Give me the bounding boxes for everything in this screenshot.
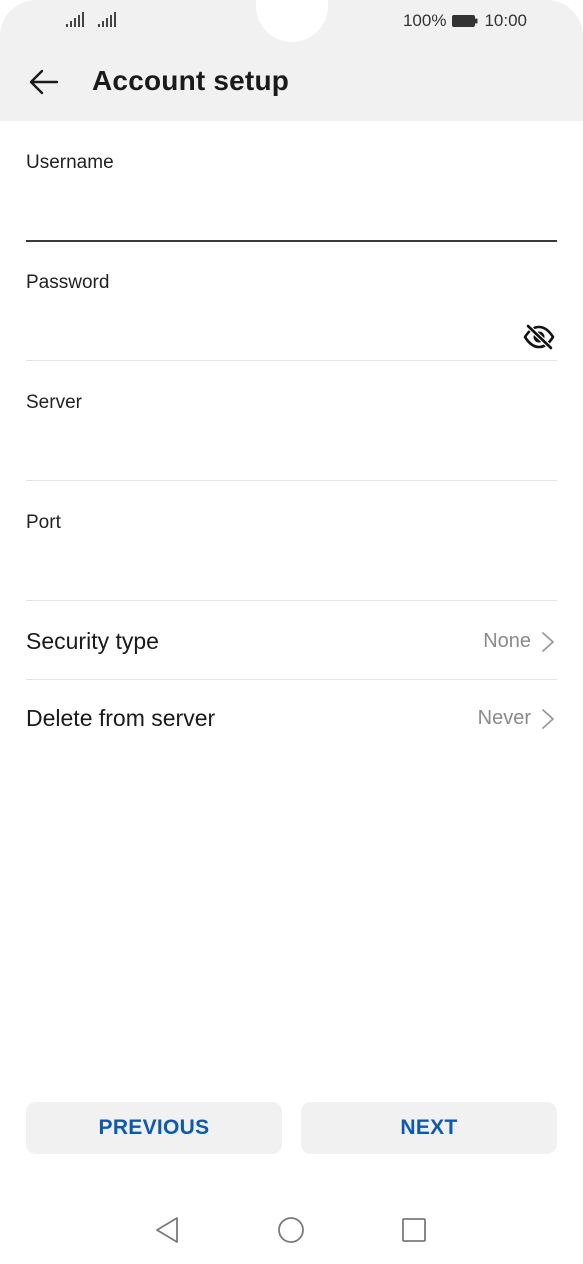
delete-from-server-label: Delete from server — [26, 705, 216, 731]
app-bar: Account setup — [0, 52, 583, 112]
battery-percent: 100% — [402, 11, 447, 30]
arrow-left-icon[interactable] — [28, 66, 60, 98]
delete-from-server-row[interactable]: Delete from server Never — [26, 681, 557, 759]
password-underline — [26, 360, 557, 361]
security-type-label: Security type — [26, 628, 159, 654]
divider — [26, 679, 557, 680]
server-label: Server — [26, 392, 82, 413]
page-title: Account setup — [92, 65, 290, 96]
header: 100% 10:00 Account setup — [0, 0, 583, 121]
next-button[interactable]: NEXT — [301, 1102, 557, 1154]
server-underline — [26, 480, 557, 481]
chevron-right-icon — [542, 632, 554, 652]
battery-icon — [452, 15, 478, 27]
signal-icon — [66, 12, 84, 27]
previous-button[interactable]: PREVIOUS — [26, 1102, 282, 1154]
nav-back-icon[interactable] — [152, 1214, 184, 1246]
port-label: Port — [26, 512, 61, 533]
eye-off-icon[interactable] — [523, 324, 555, 350]
signal-icon — [98, 12, 116, 27]
delete-from-server-value: Never — [477, 707, 531, 729]
status-time: 10:00 — [484, 11, 527, 30]
signal-indicators — [66, 12, 118, 28]
username-label: Username — [26, 152, 114, 173]
system-nav-bar — [0, 1200, 583, 1260]
security-type-value: None — [483, 630, 531, 652]
security-type-row[interactable]: Security type None — [26, 602, 557, 680]
port-underline — [26, 600, 557, 601]
nav-home-icon[interactable] — [275, 1214, 307, 1246]
status-right: 100% 10:00 — [403, 11, 527, 31]
password-label: Password — [26, 272, 110, 293]
chevron-right-icon — [542, 709, 554, 729]
username-underline — [26, 240, 557, 242]
server-input[interactable] — [26, 428, 557, 474]
camera-notch — [256, 0, 328, 42]
password-input[interactable] — [26, 308, 516, 354]
username-input[interactable] — [26, 188, 557, 234]
nav-recents-icon[interactable] — [398, 1214, 430, 1246]
port-input[interactable] — [26, 548, 557, 594]
